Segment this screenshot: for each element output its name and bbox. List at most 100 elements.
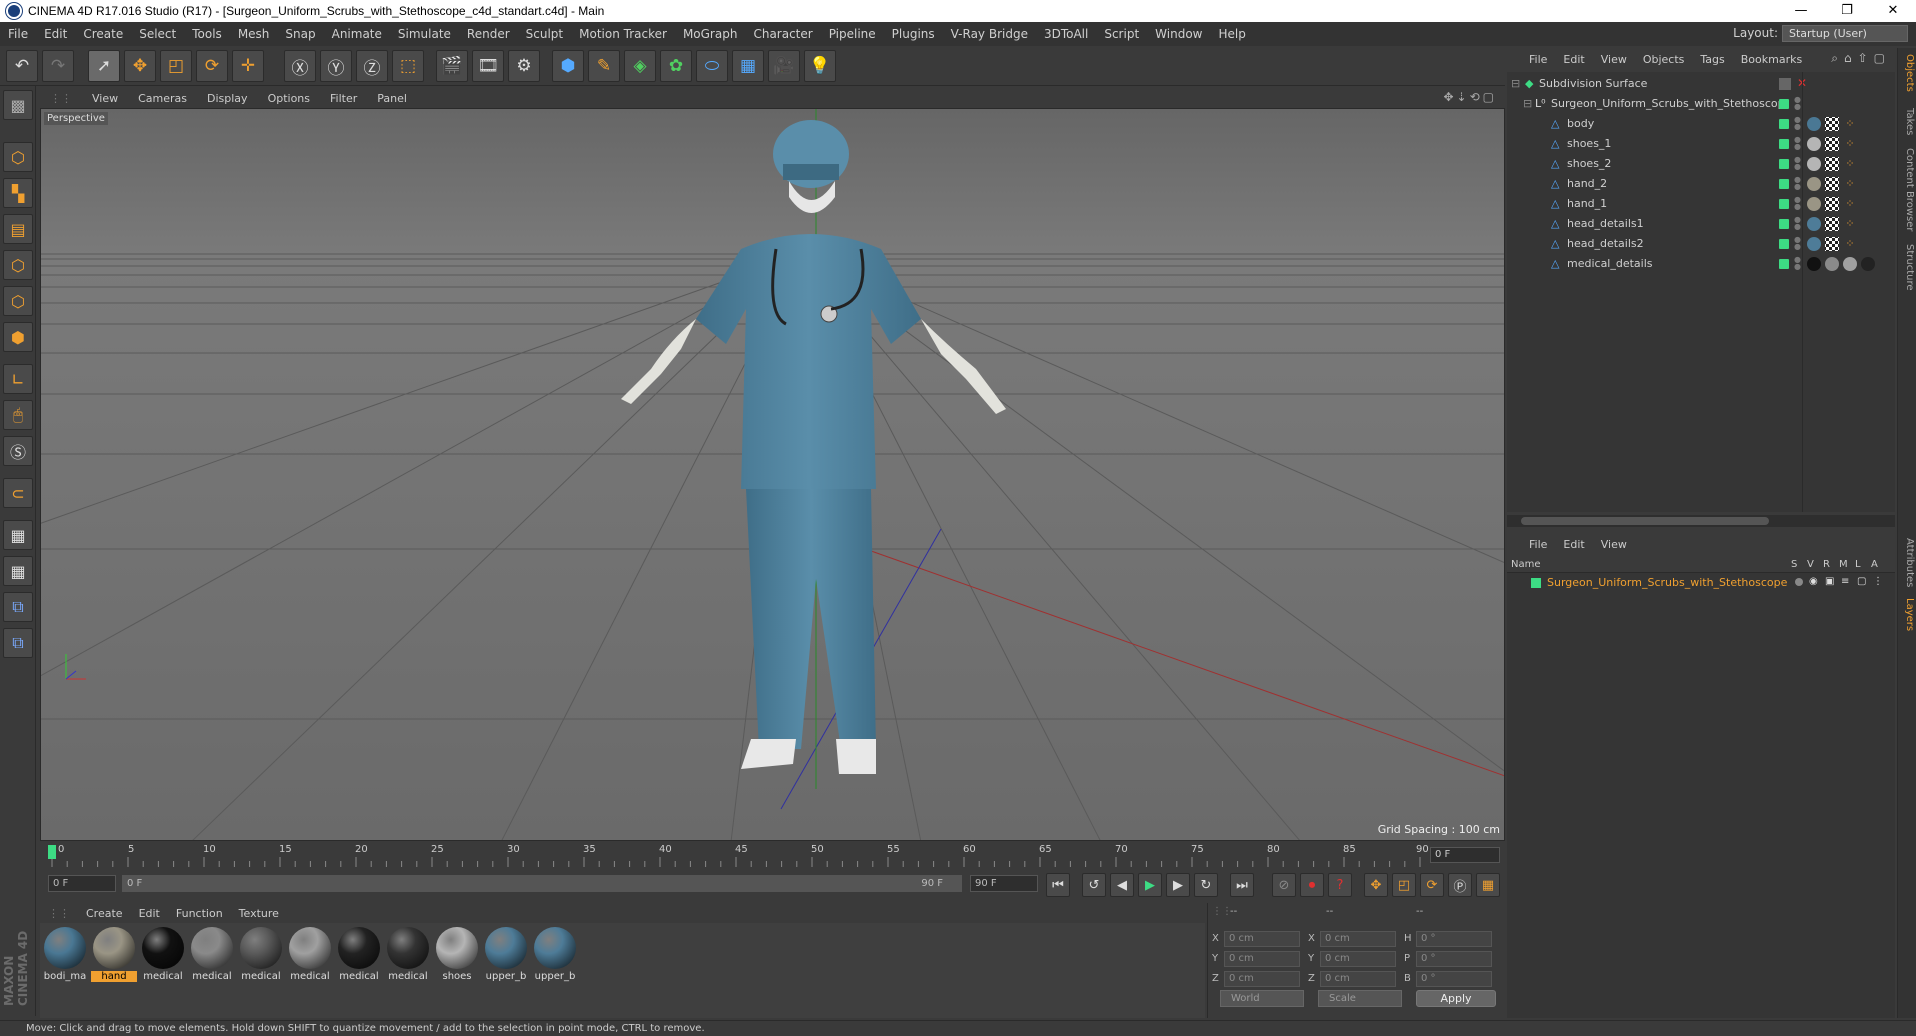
material-menu-texture[interactable]: Texture [231,907,287,920]
apply-button[interactable]: Apply [1416,990,1496,1007]
objects-menu-view[interactable]: View [1593,53,1635,66]
material-menu-edit[interactable]: Edit [131,907,168,920]
render-dots-icon[interactable]: ● ● [1794,96,1801,112]
object-manager-search-icon[interactable]: ⌕⌂⇧▢ [1831,51,1891,66]
position-y-field[interactable]: 0 cm [1224,951,1300,967]
subdivision-surface-button[interactable]: ◈ [624,50,656,82]
material-tag-icon[interactable] [1807,117,1821,131]
object-row-group[interactable]: ⊟ L⁰ Surgeon_Uniform_Scrubs_with_Stethos… [1507,94,1895,114]
menu-create[interactable]: Create [75,27,131,41]
previous-key-button[interactable]: ↺ [1082,873,1106,897]
render-picture-viewer-button[interactable]: 🎞 [472,50,504,82]
uvw-tag-icon[interactable] [1825,137,1839,151]
object-row-head-details-2[interactable]: △ head_details2 ● ● ⁘ [1507,234,1895,254]
object-row-medical-details[interactable]: △ medical_details ● ● [1507,254,1895,274]
material-tag-icon[interactable] [1843,257,1857,271]
uvw-tag-icon[interactable] [1825,117,1839,131]
undo-button[interactable]: ↶ [6,50,38,82]
start-frame-field[interactable]: 0 F [48,875,116,892]
render-dots-icon[interactable]: ● ● [1794,116,1801,132]
layer-render-icon[interactable]: ▣ [1825,576,1834,587]
rotation-p-field[interactable]: 0 ° [1416,951,1492,967]
object-manager-scrollbar[interactable] [1507,515,1895,527]
go-to-end-button[interactable]: ⏭ [1230,873,1254,897]
render-view-button[interactable]: 🎬 [436,50,468,82]
material-item[interactable]: medical [336,927,382,982]
visibility-indicator[interactable] [1779,239,1789,249]
scale-tool-button[interactable]: ◰ [160,50,192,82]
cube-primitive-button[interactable]: ⬢ [552,50,584,82]
close-button[interactable]: ✕ [1870,0,1916,22]
scrollbar-thumb[interactable] [1521,517,1769,525]
size-z-field[interactable]: 0 cm [1320,971,1396,987]
menu-3dtoall[interactable]: 3DToAll [1036,27,1096,41]
rotation-b-field[interactable]: 0 ° [1416,971,1492,987]
layer-manager-icon[interactable]: ≡ [1841,576,1849,587]
render-dots-icon[interactable]: ● ● [1794,176,1801,192]
edit-check-icon[interactable] [1779,78,1791,90]
viewport-navigation-icons[interactable]: ✥⇣⟲▢ [1443,90,1497,104]
texture-tag-icon[interactable]: ⁘ [1843,137,1857,151]
frame-range-slider[interactable]: 0 F 90 F [122,875,962,892]
position-x-field[interactable]: 0 cm [1224,931,1300,947]
layer-lock-icon[interactable]: ▢ [1857,576,1866,587]
tab-structure[interactable]: Structure [1900,244,1915,291]
menu-window[interactable]: Window [1147,27,1210,41]
objects-menu-tags[interactable]: Tags [1692,53,1732,66]
workplane-mode-button[interactable]: ▤ [3,214,33,244]
snap-settings-button[interactable]: ▦ [3,556,33,586]
material-item[interactable]: bodi_ma [42,927,88,982]
uvw-tag-icon[interactable] [1825,217,1839,231]
timeline[interactable]: 0 5 10 15 20 25 30 35 40 45 50 55 60 65 … [40,843,1505,869]
layout-dropdown[interactable]: Startup (User) [1782,25,1908,42]
menu-animate[interactable]: Animate [324,27,390,41]
polygons-mode-button[interactable]: ⬢ [3,322,33,352]
next-key-button[interactable]: ↻ [1194,873,1218,897]
material-item[interactable]: shoes [434,927,480,982]
recent-tool-button[interactable]: ✛ [232,50,264,82]
viewport-menu-filter[interactable]: Filter [320,92,367,105]
texture-tag-icon[interactable]: ⁘ [1843,157,1857,171]
minimize-button[interactable]: — [1778,0,1824,22]
edges-mode-button[interactable]: ⬡ [3,286,33,316]
previous-frame-button[interactable]: ◀ [1110,873,1134,897]
visibility-indicator[interactable] [1779,199,1789,209]
objects-menu-file[interactable]: File [1521,53,1555,66]
coordinate-mode-dropdown[interactable]: World [1220,990,1304,1007]
uvw-tag-icon[interactable] [1825,197,1839,211]
tab-attributes[interactable]: Attributes [1900,538,1915,587]
mograph-cloner-button[interactable]: ✿ [660,50,692,82]
texture-tag-icon[interactable]: ⁘ [1843,117,1857,131]
visibility-indicator[interactable] [1779,179,1789,189]
material-tag-icon[interactable] [1807,157,1821,171]
layer-visible-icon[interactable]: ◉ [1809,576,1818,587]
render-dots-icon[interactable]: ● ● [1794,256,1801,272]
spline-pen-button[interactable]: ✎ [588,50,620,82]
collapse-icon[interactable]: ⊟ [1511,77,1520,90]
texture-tag-icon[interactable]: ⁘ [1843,177,1857,191]
go-to-start-button[interactable]: ⏮ [1046,873,1070,897]
light-button[interactable]: 💡 [804,50,836,82]
next-frame-button[interactable]: ▶ [1166,873,1190,897]
rotate-tool-button[interactable]: ⟳ [196,50,228,82]
model-mode-button[interactable]: ⬡ [3,142,33,172]
move-tool-button[interactable]: ✥ [124,50,156,82]
menu-simulate[interactable]: Simulate [390,27,459,41]
key-scale-button[interactable]: ◰ [1392,873,1416,897]
playhead[interactable] [48,845,56,859]
tab-content-browser[interactable]: Content Browser [1900,148,1915,231]
menu-help[interactable]: Help [1210,27,1253,41]
menu-snap[interactable]: Snap [277,27,323,41]
y-axis-lock-button[interactable]: Ⓨ [320,50,352,82]
object-row-shoes-2[interactable]: △ shoes_2 ● ● ⁘ [1507,154,1895,174]
visibility-indicator[interactable] [1779,219,1789,229]
layers-menu-edit[interactable]: Edit [1555,538,1592,551]
size-x-field[interactable]: 0 cm [1320,931,1396,947]
material-item[interactable]: medical [287,927,333,982]
visibility-indicator[interactable] [1779,159,1789,169]
material-tag-icon[interactable] [1807,237,1821,251]
menu-motion-tracker[interactable]: Motion Tracker [571,27,675,41]
material-tag-icon[interactable] [1807,197,1821,211]
lock-workplane-button[interactable]: ▦ [3,520,33,550]
menu-file[interactable]: File [0,27,36,41]
